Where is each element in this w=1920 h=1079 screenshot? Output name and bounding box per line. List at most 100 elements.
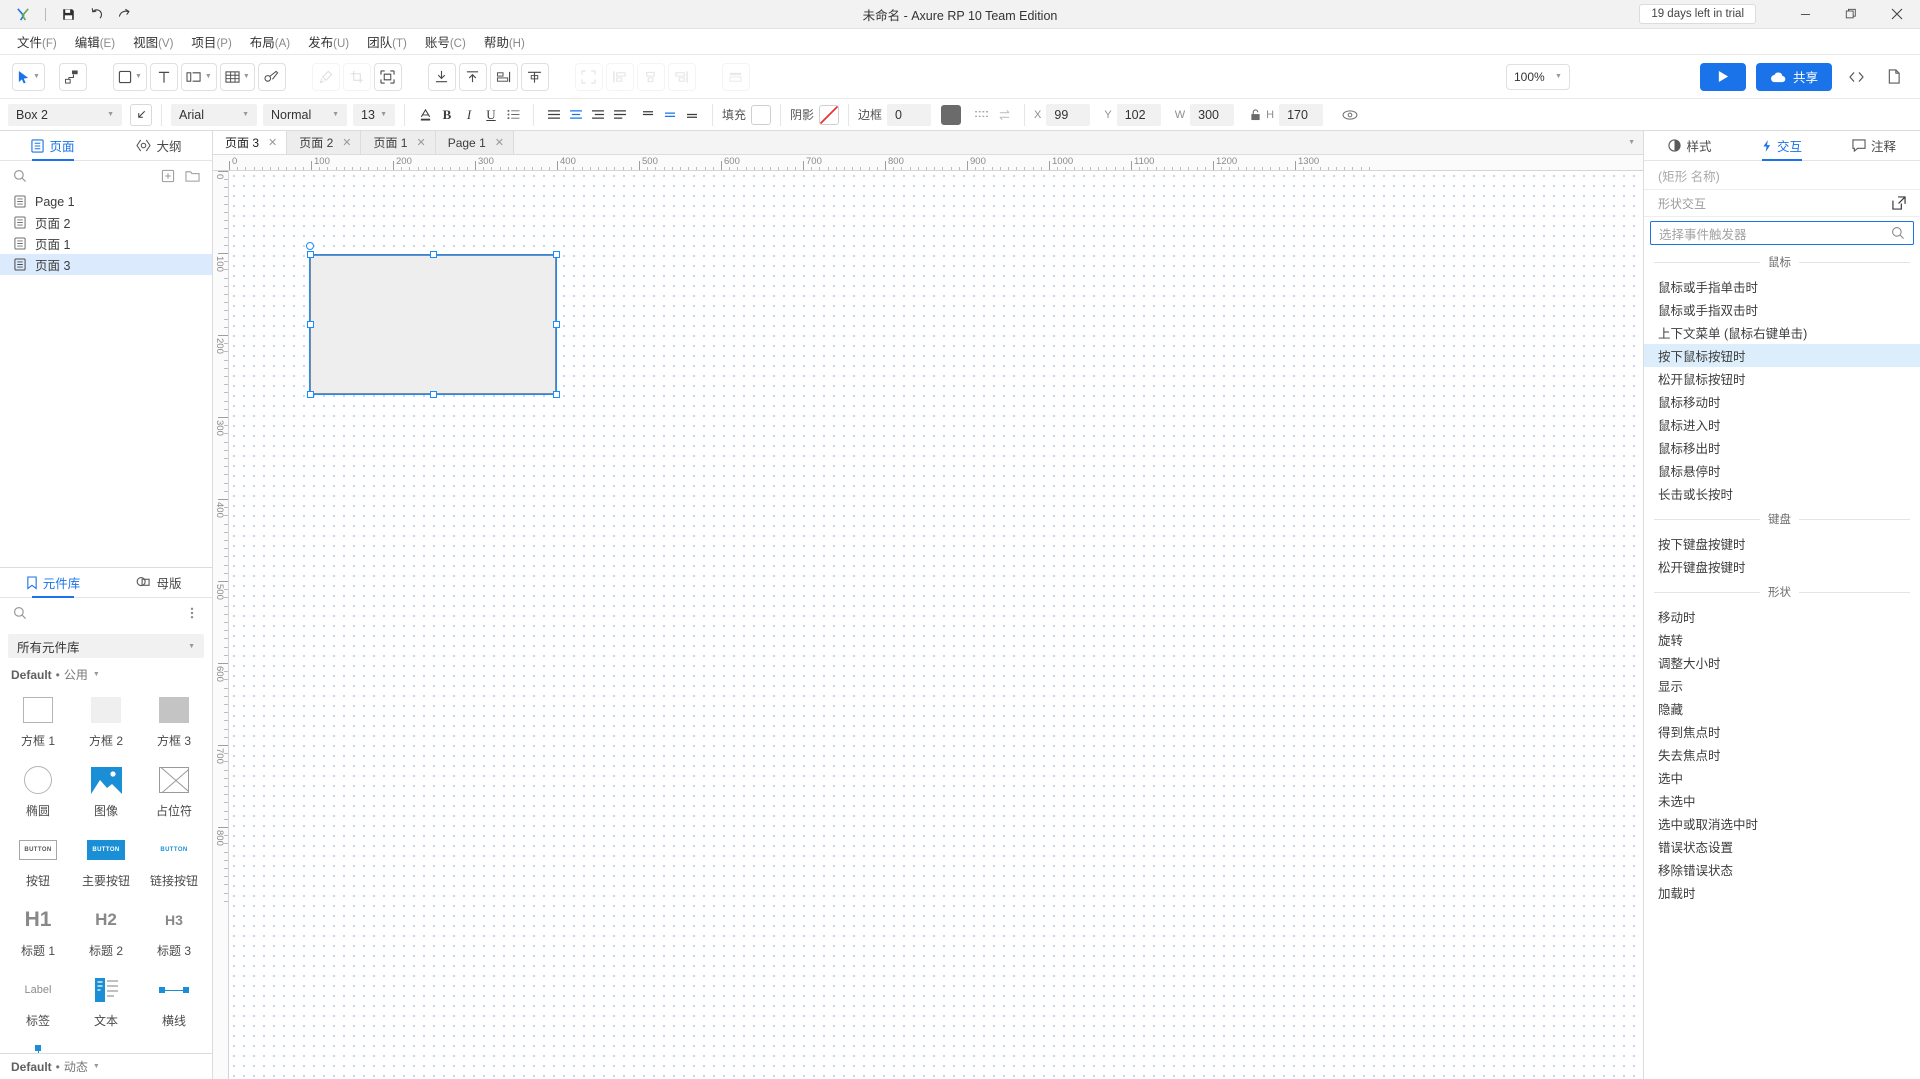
menu-project[interactable]: 项目(P) [182, 29, 240, 54]
border-style-button[interactable] [971, 104, 993, 126]
group-tool[interactable] [575, 63, 603, 91]
align-bottom-tool[interactable] [428, 63, 456, 91]
close-icon[interactable]: ✕ [495, 136, 504, 149]
close-icon[interactable]: ✕ [342, 136, 351, 149]
zoom-select[interactable]: 100% ▼ [1506, 64, 1570, 90]
italic-button[interactable]: I [458, 104, 480, 126]
event-trigger-item[interactable]: 加载时 [1644, 881, 1920, 904]
preview-button[interactable] [1700, 63, 1746, 91]
distribute-v-tool[interactable] [521, 63, 549, 91]
rectangle-tool[interactable]: ▼ [113, 63, 147, 91]
valign-middle-button[interactable] [659, 104, 681, 126]
align-right-tool[interactable] [668, 63, 696, 91]
widget-text[interactable]: 文本 [72, 965, 140, 1033]
search-icon[interactable] [11, 604, 29, 622]
undo-icon[interactable] [83, 3, 109, 25]
widget-box1[interactable]: 方框 1 [4, 685, 72, 753]
close-icon[interactable]: ✕ [416, 136, 425, 149]
resize-handle[interactable] [307, 251, 314, 258]
distribute-h-tool[interactable] [490, 63, 518, 91]
shape-tool[interactable]: ▼ [181, 63, 217, 91]
axure-logo-icon[interactable] [10, 3, 36, 25]
widget-hline[interactable]: 横线 [140, 965, 208, 1033]
tab-interaction[interactable]: 交互 [1736, 131, 1828, 160]
align-justify-button[interactable] [609, 104, 631, 126]
event-trigger-item[interactable]: 移动时 [1644, 605, 1920, 628]
event-trigger-item[interactable]: 鼠标悬停时 [1644, 459, 1920, 482]
resize-handle[interactable] [553, 251, 560, 258]
visibility-eye-icon[interactable] [1339, 104, 1361, 126]
widget-box3[interactable]: 方框 3 [140, 685, 208, 753]
vertical-ruler[interactable]: 0100200300400500600700800 [213, 171, 229, 1079]
y-input[interactable]: 102 [1117, 104, 1161, 126]
slice-tool[interactable] [374, 63, 402, 91]
tab-notes[interactable]: 注释 [1828, 131, 1920, 160]
resize-handle[interactable] [307, 321, 314, 328]
event-trigger-item[interactable]: 错误状态设置 [1644, 835, 1920, 858]
font-family-select[interactable]: Arial ▼ [171, 104, 257, 126]
valign-bottom-button[interactable] [681, 104, 703, 126]
align-center-button[interactable] [565, 104, 587, 126]
widget-name-field[interactable]: Box 2 ▼ [8, 104, 122, 126]
underline-button[interactable]: U [480, 104, 502, 126]
redo-icon[interactable] [111, 3, 137, 25]
resize-handle[interactable] [307, 391, 314, 398]
menu-account[interactable]: 账号(C) [416, 29, 475, 54]
menu-layout[interactable]: 布局(A) [241, 29, 299, 54]
event-trigger-item[interactable]: 鼠标移动时 [1644, 390, 1920, 413]
font-weight-select[interactable]: Normal ▼ [263, 104, 347, 126]
eyedropper-tool[interactable] [312, 63, 340, 91]
event-trigger-item[interactable]: 显示 [1644, 674, 1920, 697]
selection-mode-button[interactable] [130, 104, 152, 126]
align-center-tool[interactable] [637, 63, 665, 91]
library-footer-group[interactable]: Default • 动态 ▼ [0, 1053, 212, 1079]
widget-name-input[interactable]: (矩形 名称) [1644, 161, 1920, 190]
event-trigger-item[interactable]: 移除错误状态 [1644, 858, 1920, 881]
widget-primary-button[interactable]: BUTTON 主要按钮 [72, 825, 140, 893]
search-icon[interactable] [1891, 226, 1905, 240]
tab-library[interactable]: 元件库 [0, 568, 106, 597]
minimize-button[interactable] [1782, 0, 1828, 29]
close-icon[interactable]: ✕ [268, 136, 277, 149]
code-icon[interactable] [1842, 63, 1870, 91]
restore-button[interactable] [1828, 0, 1874, 29]
event-trigger-item[interactable]: 未选中 [1644, 789, 1920, 812]
resize-handle[interactable] [430, 391, 437, 398]
page-item-page4[interactable]: 页面 3 [0, 254, 212, 275]
align-vcenter-tool[interactable] [722, 63, 750, 91]
shadow-swatch[interactable] [819, 105, 839, 125]
page-item-page2[interactable]: 页面 2 [0, 212, 212, 233]
event-trigger-search-input[interactable]: 选择事件触发器 [1650, 221, 1914, 245]
library-select[interactable]: 所有元件库 ▼ [8, 634, 204, 658]
h-input[interactable]: 170 [1279, 104, 1323, 126]
select-tool[interactable]: ▼ [12, 63, 45, 91]
event-trigger-item[interactable]: 按下鼠标按钮时 [1644, 344, 1920, 367]
search-icon[interactable] [11, 167, 29, 185]
document-icon[interactable] [1880, 63, 1908, 91]
library-options-icon[interactable] [183, 604, 201, 622]
canvas-tab-3[interactable]: Page 1 ✕ [436, 131, 514, 154]
widget-vline[interactable]: 垂直线 [4, 1035, 72, 1053]
fill-color-swatch[interactable] [751, 105, 771, 125]
event-trigger-item[interactable]: 隐藏 [1644, 697, 1920, 720]
widget-button[interactable]: BUTTON 按钮 [4, 825, 72, 893]
canvas-tab-0[interactable]: 页面 3 ✕ [213, 131, 287, 154]
resize-handle[interactable] [553, 321, 560, 328]
widget-box2[interactable]: 方框 2 [72, 685, 140, 753]
menu-file[interactable]: 文件(F) [8, 29, 66, 54]
event-trigger-item[interactable]: 松开鼠标按钮时 [1644, 367, 1920, 390]
tab-style[interactable]: 样式 [1644, 131, 1736, 160]
align-top-tool[interactable] [459, 63, 487, 91]
horizontal-ruler[interactable]: 0100200300400500600700800900100011001200… [213, 155, 1643, 171]
share-button[interactable]: 共享 [1756, 63, 1832, 91]
align-right-button[interactable] [587, 104, 609, 126]
menu-publish[interactable]: 发布(U) [299, 29, 358, 54]
resize-handle[interactable] [430, 251, 437, 258]
connector-tool[interactable] [59, 63, 87, 91]
table-tool[interactable]: ▼ [220, 63, 255, 91]
lock-aspect-icon[interactable] [1244, 104, 1266, 126]
border-width-input[interactable]: 0 [887, 104, 931, 126]
font-size-select[interactable]: 13 ▼ [353, 104, 395, 126]
widget-ellipse[interactable]: 椭圆 [4, 755, 72, 823]
valign-top-button[interactable] [637, 104, 659, 126]
